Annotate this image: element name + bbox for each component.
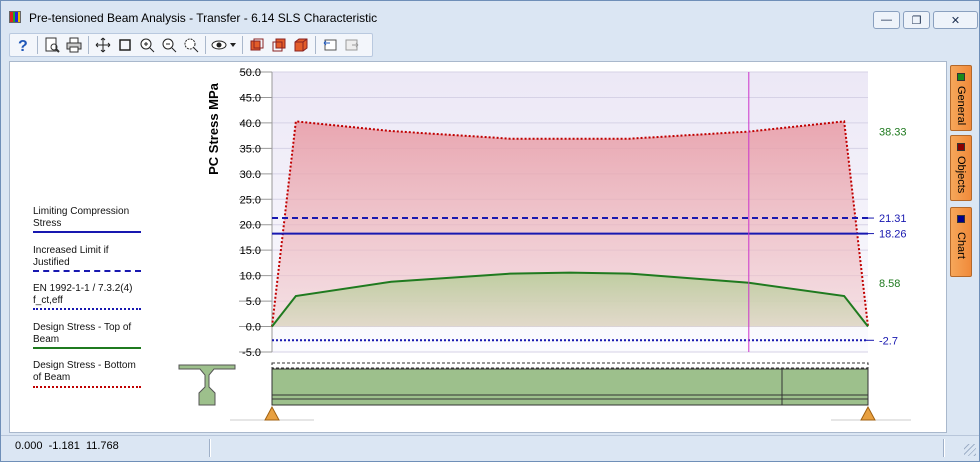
tab-chart-label: Chart xyxy=(955,232,967,259)
tab-chart[interactable]: Chart xyxy=(950,207,972,277)
chart-tab-icon xyxy=(957,215,965,223)
limit-value-label: 18.26 xyxy=(879,229,907,241)
app-window: Pre-tensioned Beam Analysis - Transfer -… xyxy=(0,0,980,462)
y-tick-label: 35.0 xyxy=(240,143,261,155)
cursor-coordinates: 0.000 -1.181 11.768 xyxy=(15,440,119,452)
series-value-label: 8.58 xyxy=(879,278,900,290)
y-tick-label: -5.0 xyxy=(242,347,261,359)
beam-cross-section xyxy=(178,364,236,406)
status-divider xyxy=(943,439,945,457)
limit-value-label: -2.7 xyxy=(879,335,898,347)
left-support-icon xyxy=(264,405,280,421)
y-tick-label: 40.0 xyxy=(240,118,261,130)
tab-general[interactable]: General xyxy=(950,65,972,131)
beam-elevation xyxy=(230,362,911,421)
y-tick-label: 50.0 xyxy=(240,67,261,79)
y-tick-label: 0.0 xyxy=(246,322,261,334)
objects-tab-icon xyxy=(957,143,965,151)
tab-general-label: General xyxy=(955,86,967,126)
stress-chart[interactable]: -5.0 0.0 5.0 10.0 15.0 20.0 25.0 30.0 35.0 40.0 45… xyxy=(1,1,980,462)
y-tick-label: 25.0 xyxy=(240,194,261,206)
tab-objects[interactable]: Objects xyxy=(950,135,972,201)
status-bar: 0.000 -1.181 11.768 xyxy=(1,435,979,461)
y-tick-label: 45.0 xyxy=(240,92,261,104)
tab-objects-label: Objects xyxy=(955,156,967,194)
y-tick-label: 30.0 xyxy=(240,169,261,181)
limit-value-label: 21.31 xyxy=(879,213,907,225)
y-tick-label: 15.0 xyxy=(240,245,261,257)
y-tick-label: 20.0 xyxy=(240,220,261,232)
y-axis-label: PC Stress MPa xyxy=(206,82,221,175)
status-divider xyxy=(209,439,211,457)
y-tick-label: 5.0 xyxy=(246,296,261,308)
series-value-label: 38.33 xyxy=(879,126,907,138)
resize-grip[interactable] xyxy=(964,444,976,456)
right-support-icon xyxy=(860,405,876,421)
general-tab-icon xyxy=(957,73,965,81)
y-tick-label: 10.0 xyxy=(240,271,261,283)
